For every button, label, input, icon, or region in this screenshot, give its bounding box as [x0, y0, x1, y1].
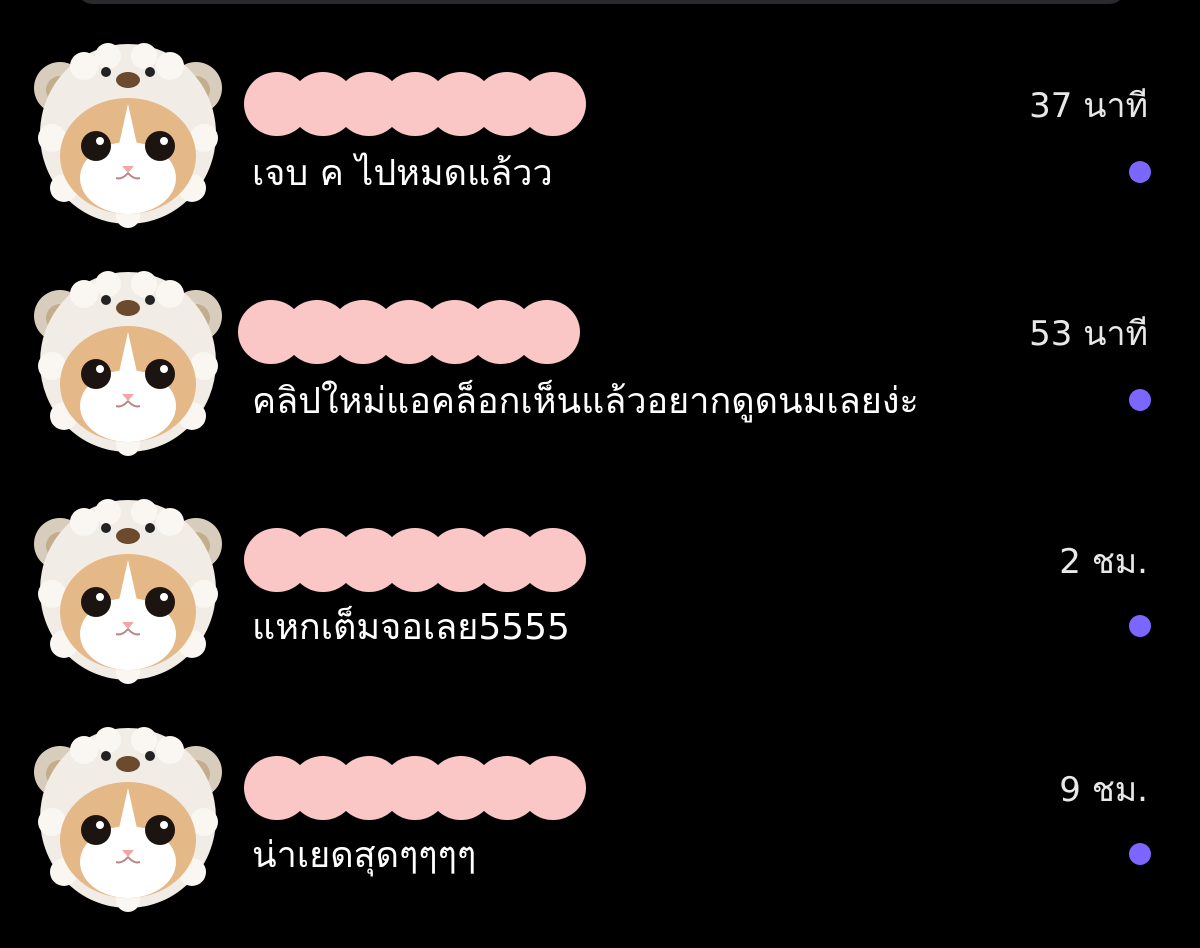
avatar[interactable]: [24, 722, 232, 912]
cat-avatar-icon: [34, 499, 222, 684]
conversation-row[interactable]: แหกเต็มจอเลย5555 2 ชม.: [0, 476, 1200, 704]
cat-avatar-icon: [34, 271, 222, 456]
message-time: 9 ชม.: [1059, 770, 1148, 810]
cat-avatar-icon: [34, 727, 222, 912]
unread-dot-icon: [1129, 389, 1151, 411]
message-time: 53 นาที: [1029, 314, 1148, 354]
cat-avatar-icon: [34, 43, 222, 228]
redaction-blob: [514, 300, 580, 364]
message-preview: เจบ ค ไปหมดแล้วว: [252, 153, 553, 194]
conversation-row[interactable]: คลิปใหม่แอคล็อกเห็นแล้วอยากดูดนมเลยง่ะ 5…: [0, 248, 1200, 476]
unread-dot-icon: [1129, 843, 1151, 865]
redaction-blob: [520, 756, 586, 820]
avatar[interactable]: [24, 266, 232, 456]
message-preview: คลิปใหม่แอคล็อกเห็นแล้วอยากดูดนมเลยง่ะ: [252, 381, 919, 422]
conversation-row[interactable]: น่าเยดสุดๆๆๆๆ 9 ชม.: [0, 704, 1200, 932]
redacted-username: [244, 528, 586, 592]
message-time: 37 นาที: [1029, 86, 1148, 126]
redaction-blob: [520, 72, 586, 136]
message-preview: น่าเยดสุดๆๆๆๆ: [252, 835, 477, 876]
redaction-blob: [520, 528, 586, 592]
unread-dot-icon: [1129, 161, 1151, 183]
redacted-username: [244, 72, 586, 136]
conversation-row[interactable]: เจบ ค ไปหมดแล้วว 37 นาที: [0, 20, 1200, 248]
unread-dot-icon: [1129, 615, 1151, 637]
message-preview: แหกเต็มจอเลย5555: [252, 607, 570, 648]
conversation-list: เจบ ค ไปหมดแล้วว 37 นาที คลิปใหม่แอคล็อก…: [0, 0, 1200, 948]
redacted-username: [244, 756, 586, 820]
message-time: 2 ชม.: [1059, 542, 1148, 582]
avatar[interactable]: [24, 494, 232, 684]
redacted-username: [238, 300, 580, 364]
avatar[interactable]: [24, 38, 232, 228]
